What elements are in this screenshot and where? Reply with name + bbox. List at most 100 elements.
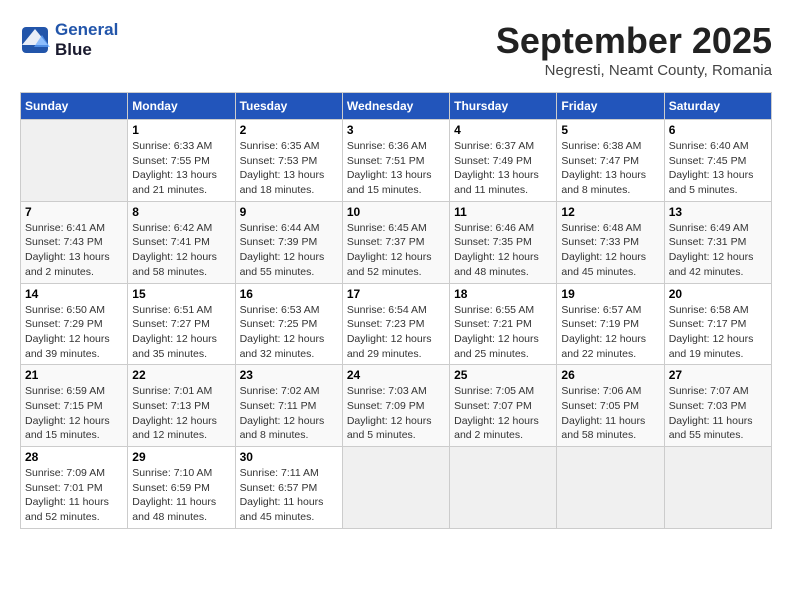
calendar-week-row: 1Sunrise: 6:33 AM Sunset: 7:55 PM Daylig… <box>21 120 772 202</box>
logo-icon <box>20 25 50 55</box>
day-info: Sunrise: 6:51 AM Sunset: 7:27 PM Dayligh… <box>132 303 230 362</box>
day-number: 15 <box>132 287 230 301</box>
calendar-cell: 15 Sunrise: 6:51 AM Sunset: 7:27 PM Dayli… <box>128 283 235 365</box>
calendar-cell: 18Sunrise: 6:55 AM Sunset: 7:21 PM Dayli… <box>450 283 557 365</box>
day-number: 25 <box>454 368 552 382</box>
calendar-cell <box>557 447 664 529</box>
calendar-cell: 7 Sunrise: 6:41 AM Sunset: 7:43 PM Daylig… <box>21 201 128 283</box>
day-number: 19 <box>561 287 659 301</box>
day-number: 7 <box>25 205 123 219</box>
calendar-cell: 12 Sunrise: 6:48 AM Sunset: 7:33 PM Dayli… <box>557 201 664 283</box>
day-info: Sunrise: 6:42 AM Sunset: 7:41 PM Dayligh… <box>132 221 230 280</box>
day-info: Sunrise: 6:46 AM Sunset: 7:35 PM Dayligh… <box>454 221 552 280</box>
calendar-cell: 22 Sunrise: 7:01 AM Sunset: 7:13 PM Dayli… <box>128 365 235 447</box>
day-info: Sunrise: 6:35 AM Sunset: 7:53 PM Dayligh… <box>240 139 338 198</box>
day-number: 3 <box>347 123 445 137</box>
day-number: 28 <box>25 450 123 464</box>
calendar-cell: 11 Sunrise: 6:46 AM Sunset: 7:35 PM Dayli… <box>450 201 557 283</box>
day-info: Sunrise: 7:03 AM Sunset: 7:09 PM Dayligh… <box>347 384 445 443</box>
day-number: 8 <box>132 205 230 219</box>
day-info: Sunrise: 7:01 AM Sunset: 7:13 PM Dayligh… <box>132 384 230 443</box>
day-number: 13 <box>669 205 767 219</box>
day-info: Sunrise: 7:10 AM Sunset: 6:59 PM Dayligh… <box>132 466 230 525</box>
day-info: Sunrise: 7:02 AM Sunset: 7:11 PM Dayligh… <box>240 384 338 443</box>
day-number: 26 <box>561 368 659 382</box>
calendar-week-row: 21 Sunrise: 6:59 AM Sunset: 7:15 PM Dayli… <box>21 365 772 447</box>
day-info: Sunrise: 6:37 AM Sunset: 7:49 PM Dayligh… <box>454 139 552 198</box>
calendar-table: SundayMondayTuesdayWednesdayThursdayFrid… <box>20 92 772 529</box>
calendar-cell: 26 Sunrise: 7:06 AM Sunset: 7:05 PM Dayli… <box>557 365 664 447</box>
calendar-cell: 29 Sunrise: 7:10 AM Sunset: 6:59 PM Dayli… <box>128 447 235 529</box>
calendar-cell <box>21 120 128 202</box>
day-info: Sunrise: 7:07 AM Sunset: 7:03 PM Dayligh… <box>669 384 767 443</box>
calendar-cell: 28 Sunrise: 7:09 AM Sunset: 7:01 PM Dayli… <box>21 447 128 529</box>
calendar-cell: 21 Sunrise: 6:59 AM Sunset: 7:15 PM Dayli… <box>21 365 128 447</box>
day-number: 12 <box>561 205 659 219</box>
day-number: 27 <box>669 368 767 382</box>
location-subtitle: Negresti, Neamt County, Romania <box>496 62 772 79</box>
calendar-cell: 13 Sunrise: 6:49 AM Sunset: 7:31 PM Dayli… <box>664 201 771 283</box>
day-info: Sunrise: 6:57 AM Sunset: 7:19 PM Dayligh… <box>561 303 659 362</box>
day-number: 17 <box>347 287 445 301</box>
calendar-week-row: 14 Sunrise: 6:50 AM Sunset: 7:29 PM Dayli… <box>21 283 772 365</box>
calendar-cell: 24 Sunrise: 7:03 AM Sunset: 7:09 PM Dayli… <box>342 365 449 447</box>
day-number: 20 <box>669 287 767 301</box>
day-info: Sunrise: 6:33 AM Sunset: 7:55 PM Dayligh… <box>132 139 230 198</box>
day-info: Sunrise: 7:06 AM Sunset: 7:05 PM Dayligh… <box>561 384 659 443</box>
weekday-header: Friday <box>557 93 664 120</box>
logo-text: General Blue <box>55 20 118 60</box>
day-number: 30 <box>240 450 338 464</box>
day-number: 11 <box>454 205 552 219</box>
day-info: Sunrise: 6:50 AM Sunset: 7:29 PM Dayligh… <box>25 303 123 362</box>
title-section: September 2025 Negresti, Neamt County, R… <box>496 20 772 79</box>
calendar-cell <box>342 447 449 529</box>
calendar-cell: 27 Sunrise: 7:07 AM Sunset: 7:03 PM Dayli… <box>664 365 771 447</box>
day-info: Sunrise: 6:36 AM Sunset: 7:51 PM Dayligh… <box>347 139 445 198</box>
day-info: Sunrise: 6:48 AM Sunset: 7:33 PM Dayligh… <box>561 221 659 280</box>
month-title: September 2025 <box>496 20 772 62</box>
weekday-header: Monday <box>128 93 235 120</box>
day-number: 22 <box>132 368 230 382</box>
day-info: Sunrise: 7:11 AM Sunset: 6:57 PM Dayligh… <box>240 466 338 525</box>
day-info: Sunrise: 6:41 AM Sunset: 7:43 PM Dayligh… <box>25 221 123 280</box>
calendar-cell: 30 Sunrise: 7:11 AM Sunset: 6:57 PM Dayli… <box>235 447 342 529</box>
calendar-cell: 5Sunrise: 6:38 AM Sunset: 7:47 PM Daylig… <box>557 120 664 202</box>
calendar-week-row: 7 Sunrise: 6:41 AM Sunset: 7:43 PM Daylig… <box>21 201 772 283</box>
calendar-week-row: 28 Sunrise: 7:09 AM Sunset: 7:01 PM Dayli… <box>21 447 772 529</box>
day-number: 16 <box>240 287 338 301</box>
calendar-cell: 2 Sunrise: 6:35 AM Sunset: 7:53 PM Daylig… <box>235 120 342 202</box>
weekday-header: Wednesday <box>342 93 449 120</box>
calendar-cell: 23 Sunrise: 7:02 AM Sunset: 7:11 PM Dayli… <box>235 365 342 447</box>
day-info: Sunrise: 6:59 AM Sunset: 7:15 PM Dayligh… <box>25 384 123 443</box>
calendar-cell <box>450 447 557 529</box>
day-number: 21 <box>25 368 123 382</box>
day-number: 24 <box>347 368 445 382</box>
day-number: 23 <box>240 368 338 382</box>
day-info: Sunrise: 6:44 AM Sunset: 7:39 PM Dayligh… <box>240 221 338 280</box>
calendar-cell: 14 Sunrise: 6:50 AM Sunset: 7:29 PM Dayli… <box>21 283 128 365</box>
day-number: 29 <box>132 450 230 464</box>
day-number: 6 <box>669 123 767 137</box>
day-info: Sunrise: 6:49 AM Sunset: 7:31 PM Dayligh… <box>669 221 767 280</box>
day-info: Sunrise: 7:05 AM Sunset: 7:07 PM Dayligh… <box>454 384 552 443</box>
calendar-cell: 6 Sunrise: 6:40 AM Sunset: 7:45 PM Daylig… <box>664 120 771 202</box>
day-info: Sunrise: 6:53 AM Sunset: 7:25 PM Dayligh… <box>240 303 338 362</box>
calendar-cell: 10Sunrise: 6:45 AM Sunset: 7:37 PM Dayli… <box>342 201 449 283</box>
day-info: Sunrise: 7:09 AM Sunset: 7:01 PM Dayligh… <box>25 466 123 525</box>
weekday-header: Saturday <box>664 93 771 120</box>
calendar-cell: 9 Sunrise: 6:44 AM Sunset: 7:39 PM Daylig… <box>235 201 342 283</box>
day-number: 9 <box>240 205 338 219</box>
day-number: 18 <box>454 287 552 301</box>
day-info: Sunrise: 6:58 AM Sunset: 7:17 PM Dayligh… <box>669 303 767 362</box>
day-info: Sunrise: 6:40 AM Sunset: 7:45 PM Dayligh… <box>669 139 767 198</box>
day-info: Sunrise: 6:38 AM Sunset: 7:47 PM Dayligh… <box>561 139 659 198</box>
calendar-cell: 20 Sunrise: 6:58 AM Sunset: 7:17 PM Dayli… <box>664 283 771 365</box>
calendar-cell: 17Sunrise: 6:54 AM Sunset: 7:23 PM Dayli… <box>342 283 449 365</box>
calendar-cell: 3 Sunrise: 6:36 AM Sunset: 7:51 PM Daylig… <box>342 120 449 202</box>
day-number: 2 <box>240 123 338 137</box>
day-number: 14 <box>25 287 123 301</box>
calendar-header-row: SundayMondayTuesdayWednesdayThursdayFrid… <box>21 93 772 120</box>
weekday-header: Thursday <box>450 93 557 120</box>
day-number: 10 <box>347 205 445 219</box>
calendar-cell: 25 Sunrise: 7:05 AM Sunset: 7:07 PM Dayli… <box>450 365 557 447</box>
